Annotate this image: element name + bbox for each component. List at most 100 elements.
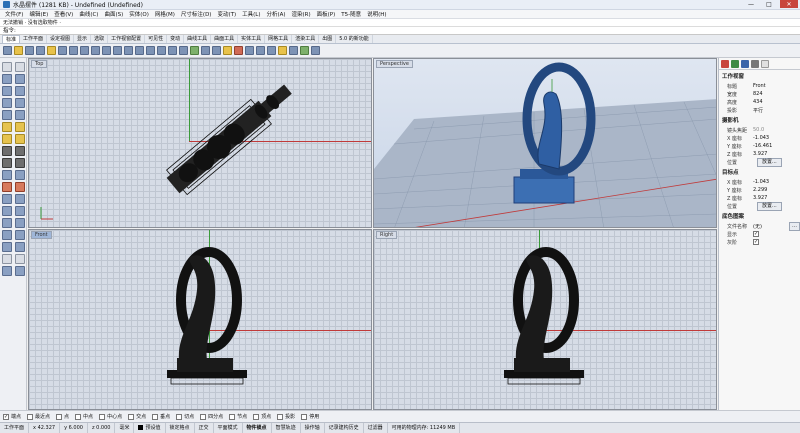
- panel-menu-icon[interactable]: [761, 60, 769, 68]
- tab[interactable]: 曲线工具: [184, 35, 212, 43]
- array-icon[interactable]: [15, 218, 25, 228]
- target-y-field[interactable]: 2.299: [753, 187, 800, 193]
- tab[interactable]: 曲面工具: [211, 35, 239, 43]
- help-icon[interactable]: [311, 46, 320, 55]
- status-planar[interactable]: 平面模式: [214, 423, 243, 433]
- status-filter[interactable]: 过滤器: [364, 423, 388, 433]
- status-history[interactable]: 记录建构历史: [325, 423, 364, 433]
- osnap-point[interactable]: 点: [56, 413, 69, 420]
- text-icon[interactable]: [15, 254, 25, 264]
- menu-item[interactable]: 查看(V): [51, 10, 76, 18]
- loft-icon[interactable]: [15, 122, 25, 132]
- osnap-checkbox[interactable]: [176, 413, 183, 420]
- osnap-checkbox[interactable]: [56, 413, 63, 420]
- viewport-title-perspective[interactable]: Perspective: [376, 60, 413, 68]
- circle-icon[interactable]: [2, 86, 12, 96]
- osnap-center[interactable]: 中心点: [99, 413, 122, 420]
- four-view-icon[interactable]: [179, 46, 188, 55]
- object-properties-icon[interactable]: [245, 46, 254, 55]
- menu-item[interactable]: 说明(H): [364, 10, 389, 18]
- camera-x-field[interactable]: -1.043: [753, 135, 800, 141]
- viewport-title-right[interactable]: Right: [376, 231, 398, 239]
- osnap-checkbox[interactable]: [152, 413, 159, 420]
- viewport-right[interactable]: Right: [373, 229, 717, 410]
- layers-tab-icon[interactable]: [731, 60, 739, 68]
- osnap-checkbox[interactable]: [277, 413, 284, 420]
- scale-icon[interactable]: [15, 206, 25, 216]
- display-tab-icon[interactable]: [741, 60, 749, 68]
- viewport-title-top[interactable]: Top: [31, 60, 48, 68]
- layer-icon[interactable]: [212, 46, 221, 55]
- status-layer[interactable]: 预设值: [134, 423, 166, 433]
- render-tool-icon[interactable]: [15, 266, 25, 276]
- menu-item[interactable]: 编辑(E): [26, 10, 51, 18]
- boolean-union-icon[interactable]: [2, 170, 12, 180]
- viewport-title-front[interactable]: Front: [31, 231, 52, 239]
- osnap-checkbox[interactable]: [128, 413, 135, 420]
- menu-item[interactable]: 分析(A): [263, 10, 288, 18]
- options-icon[interactable]: [300, 46, 309, 55]
- import-icon[interactable]: [47, 46, 56, 55]
- osnap-checkbox[interactable]: [27, 413, 34, 420]
- offset-icon[interactable]: [15, 110, 25, 120]
- zoom-icon[interactable]: [135, 46, 144, 55]
- rotate-view-icon[interactable]: [124, 46, 133, 55]
- osnap-midpoint[interactable]: 中点: [75, 413, 93, 420]
- lens-field[interactable]: 50.0: [753, 127, 800, 133]
- show-checkbox[interactable]: ✓: [753, 231, 759, 237]
- polyline-icon[interactable]: [2, 74, 12, 84]
- menu-item[interactable]: 文件(F): [2, 10, 26, 18]
- osnap-near[interactable]: 最近点: [27, 413, 50, 420]
- projection-select[interactable]: 平行: [753, 107, 800, 114]
- pan-icon[interactable]: [113, 46, 122, 55]
- tab[interactable]: 出图: [319, 35, 337, 43]
- mesh-icon[interactable]: [2, 182, 12, 192]
- status-gumball[interactable]: 操作轴: [301, 423, 325, 433]
- osnap-checkbox[interactable]: [253, 413, 260, 420]
- status-smarttrack[interactable]: 智慧轨迹: [272, 423, 301, 433]
- browse-button[interactable]: …: [789, 221, 800, 231]
- zoom-selected-icon[interactable]: [168, 46, 177, 55]
- osnap-checkbox[interactable]: [200, 413, 207, 420]
- rotate-icon[interactable]: [2, 206, 12, 216]
- menu-item[interactable]: 渲染(R): [289, 10, 314, 18]
- arc-icon[interactable]: [15, 86, 25, 96]
- osnap-vertex[interactable]: 顶点: [253, 413, 271, 420]
- camera-z-field[interactable]: 3.927: [753, 151, 800, 157]
- status-snap-grid[interactable]: 锁定格点: [166, 423, 195, 433]
- tab[interactable]: 实体工具: [238, 35, 266, 43]
- copy-icon[interactable]: [69, 46, 78, 55]
- open-file-icon[interactable]: [14, 46, 23, 55]
- polygon-icon[interactable]: [15, 98, 25, 108]
- lock-icon[interactable]: [278, 46, 287, 55]
- rectangle-icon[interactable]: [2, 98, 12, 108]
- zoom-window-icon[interactable]: [146, 46, 155, 55]
- target-place-button[interactable]: 放置...: [757, 201, 782, 211]
- target-x-field[interactable]: -1.043: [753, 179, 800, 185]
- print-icon[interactable]: [36, 46, 45, 55]
- osnap-checkbox[interactable]: [301, 413, 308, 420]
- menu-item[interactable]: 曲线(C): [76, 10, 101, 18]
- object-properties-tab-icon[interactable]: [721, 60, 729, 68]
- light-icon[interactable]: [223, 46, 232, 55]
- tab[interactable]: 设定视图: [47, 35, 75, 43]
- tab[interactable]: 变动: [167, 35, 185, 43]
- hide-icon[interactable]: [256, 46, 265, 55]
- osnap-disable[interactable]: 停用: [301, 413, 319, 420]
- status-ortho[interactable]: 正交: [195, 423, 214, 433]
- sweep-icon[interactable]: [2, 134, 12, 144]
- surface-icon[interactable]: [2, 122, 12, 132]
- redo-icon[interactable]: [102, 46, 111, 55]
- help-tab-icon[interactable]: [751, 60, 759, 68]
- osnap-quadrant[interactable]: 四分点: [200, 413, 223, 420]
- osnap-endpoint[interactable]: ✓ 端点: [3, 413, 21, 420]
- viewport-perspective[interactable]: Perspective: [373, 58, 717, 228]
- mesh-tools-icon[interactable]: [15, 182, 25, 192]
- menu-item[interactable]: 面板(P): [314, 10, 339, 18]
- osnap-checkbox[interactable]: [99, 413, 106, 420]
- status-osnap[interactable]: 物件锁点: [243, 423, 272, 433]
- title-field[interactable]: Front: [753, 83, 800, 89]
- split-icon[interactable]: [15, 242, 25, 252]
- osnap-checkbox[interactable]: [75, 413, 82, 420]
- zoom-extents-icon[interactable]: [157, 46, 166, 55]
